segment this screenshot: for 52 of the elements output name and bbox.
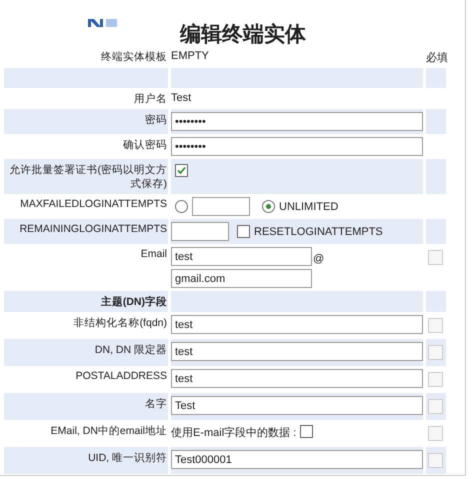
option-label: 使用E-mail字段中的数据 : — [171, 426, 296, 440]
row-background — [426, 109, 446, 134]
input-field[interactable]: gmail.com — [171, 269, 312, 288]
input-field[interactable]: •••••••• — [171, 112, 423, 131]
required-checkbox[interactable] — [428, 372, 443, 387]
input-field[interactable]: Test — [171, 396, 423, 415]
logo-icon — [88, 18, 118, 27]
at-sign: @ — [313, 252, 324, 265]
radio-button[interactable] — [262, 200, 275, 213]
input-field[interactable]: •••••••• — [171, 137, 423, 156]
required-checkbox[interactable] — [428, 250, 443, 265]
required-checkbox[interactable] — [428, 345, 443, 360]
row-background — [426, 159, 446, 194]
required-checkbox[interactable] — [428, 399, 443, 414]
row-background — [426, 291, 446, 312]
checkbox-label: RESETLOGINATTEMPTS — [254, 225, 383, 238]
required-checkbox[interactable] — [428, 426, 443, 441]
input-field[interactable]: test — [171, 315, 423, 334]
input-field[interactable]: test — [171, 342, 423, 361]
field-label: MAXFAILEDLOGINATTEMPTS — [19, 197, 168, 210]
input-field[interactable]: test — [171, 369, 423, 388]
field-label: POSTALADDRESS — [74, 369, 168, 382]
input-field[interactable]: Test000001 — [171, 450, 423, 469]
checkbox[interactable] — [300, 425, 314, 438]
field-label: 名字 — [144, 397, 168, 411]
row-background — [426, 219, 446, 244]
checkbox[interactable] — [237, 225, 250, 238]
field-label: 确认密码 — [122, 138, 168, 152]
field-label: 终端实体模板 — [100, 50, 168, 64]
required-checkbox[interactable] — [428, 453, 443, 468]
input-field[interactable] — [171, 222, 229, 241]
page-title: 编辑终端实体 — [180, 21, 306, 48]
field-label: 密码 — [144, 113, 168, 127]
required-checkbox[interactable] — [428, 318, 443, 333]
checkbox[interactable] — [175, 164, 188, 177]
template-value: EMPTY — [171, 49, 209, 62]
section-heading: 主题(DN)字段 — [100, 294, 168, 309]
field-label: 用户名 — [133, 92, 168, 106]
field-label: REMAININGLOGINATTEMPTS — [18, 222, 168, 235]
field-label: UID, 唯一识别符 — [87, 451, 168, 465]
input-field[interactable]: test — [171, 247, 312, 266]
radio-button[interactable] — [175, 200, 188, 213]
input-field[interactable] — [192, 197, 250, 216]
field-label: 非结构化名称(fqdn) — [72, 316, 168, 330]
field-label: Email — [140, 247, 168, 260]
field-label: EMail, DN中的email地址 — [50, 424, 168, 438]
column-heading: 必填 — [426, 50, 448, 65]
username-value: Test — [171, 91, 192, 104]
field-label: 允许批量签署证书(密码以明文方式保存) — [8, 163, 168, 191]
field-label: DN, DN 限定器 — [94, 343, 168, 357]
row-background — [426, 68, 446, 88]
radio-label: UNLIMITED — [279, 200, 338, 213]
